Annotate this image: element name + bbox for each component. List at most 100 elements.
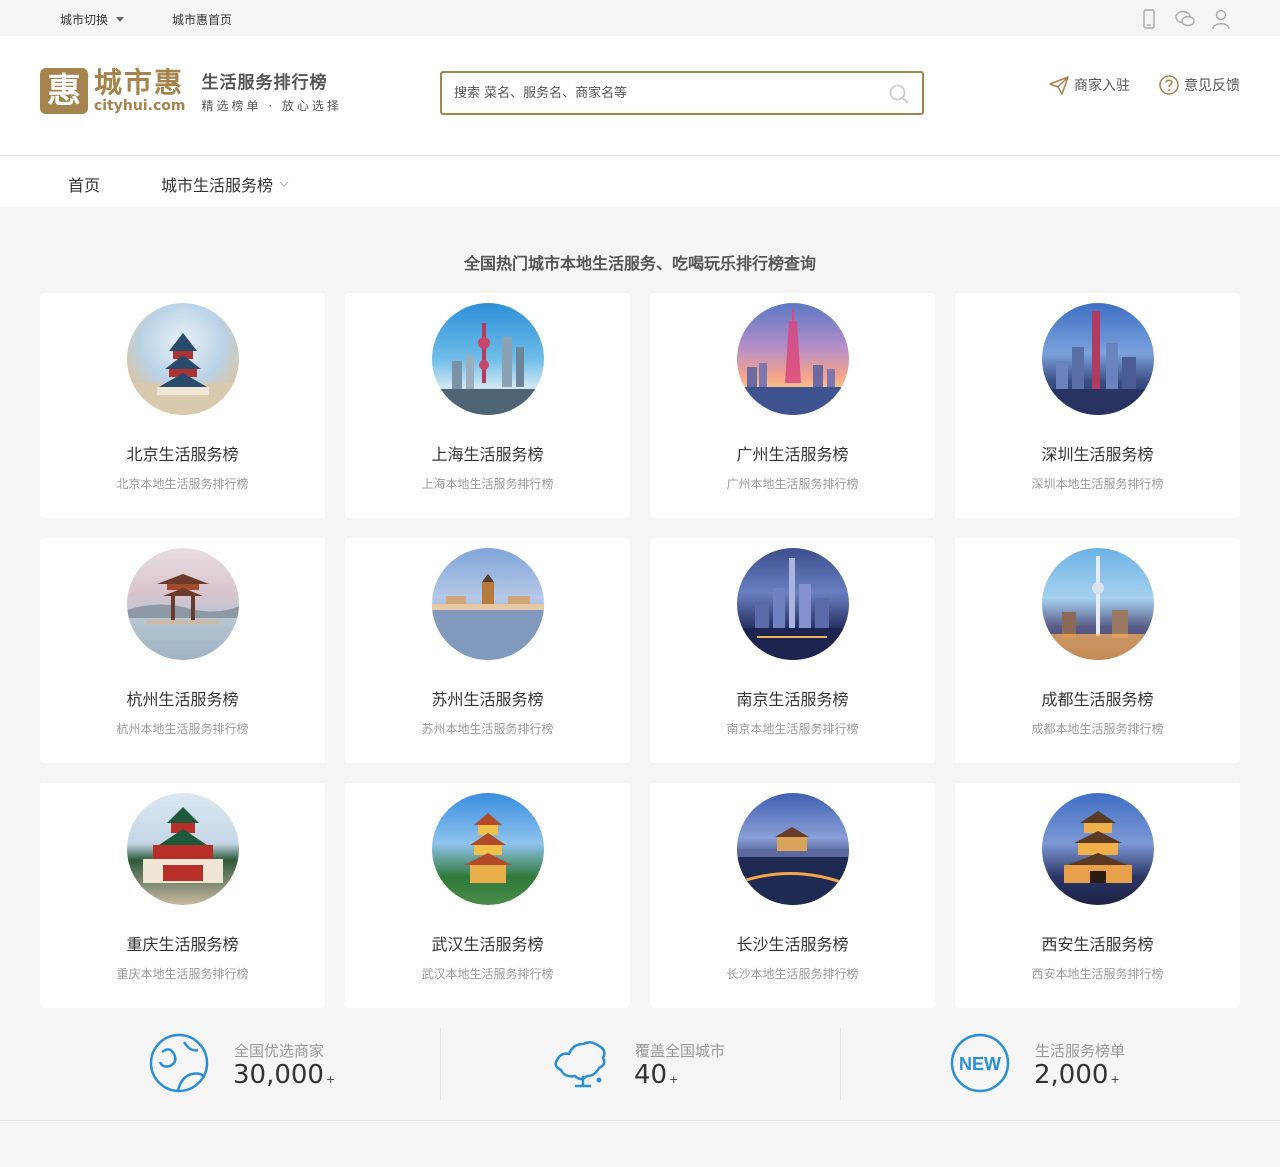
feedback-label: 意见反馈 [1184,78,1240,94]
search-box [440,71,924,115]
city-card-title: 南京生活服务榜 [736,690,849,709]
stat-value: 40 + [634,1060,678,1090]
stat-number: 30,000 [233,1060,324,1090]
logo[interactable]: 惠 城市惠 cityhui.com 生活服务排行榜 精选榜单 · 放心选择 [40,68,342,114]
paper-plane-icon [1049,76,1069,95]
city-card-title: 成都生活服务榜 [1041,690,1154,709]
city-card-guangzhou[interactable]: 广州生活服务榜 广州本地生活服务排行榜 [650,293,935,518]
stat-value: 2,000 + [1034,1060,1120,1090]
stat-rankings: NEW 生活服务榜单 2,000 + [840,1028,1240,1100]
city-card-subtitle: 武汉本地生活服务排行榜 [421,967,554,981]
nav-city-rankings[interactable]: 城市生活服务榜 [161,172,289,196]
city-photo [1042,303,1154,415]
city-card-suzhou[interactable]: 苏州生活服务榜 苏州本地生活服务排行榜 [345,538,630,763]
city-card-wuhan[interactable]: 武汉生活服务榜 武汉本地生活服务排行榜 [345,783,630,1008]
city-photo [737,303,849,415]
city-card-subtitle: 深圳本地生活服务排行榜 [1031,477,1164,491]
merchant-join-label: 商家入驻 [1074,78,1130,94]
wechat-icon[interactable] [1174,8,1196,30]
nav-home[interactable]: 首页 [68,172,100,196]
city-card-subtitle: 西安本地生活服务排行榜 [1031,967,1164,981]
city-card-title: 重庆生活服务榜 [126,935,239,954]
merchant-join-button[interactable]: 商家入驻 [1048,74,1130,96]
city-card-subtitle: 广州本地生活服务排行榜 [726,477,859,491]
nav-city-rankings-label: 城市生活服务榜 [161,176,274,195]
city-card-subtitle: 北京本地生活服务排行榜 [116,477,249,491]
city-card-title: 深圳生活服务榜 [1041,445,1154,464]
top-bar: 城市切换 城市惠首页 [0,0,1280,36]
stat-label: 全国优选商家 [234,1042,325,1060]
slogan: 生活服务排行榜 精选榜单 · 放心选择 [201,68,341,114]
city-card-hangzhou[interactable]: 杭州生活服务榜 杭州本地生活服务排行榜 [40,538,325,763]
city-photo [1042,793,1154,905]
feedback-button[interactable]: 意见反馈 [1158,74,1240,96]
stat-merchants: 全国优选商家 30,000 + [40,1028,440,1100]
stat-plus: + [1110,1073,1120,1086]
city-card-title: 苏州生活服务榜 [431,690,544,709]
city-card-subtitle: 南京本地生活服务排行榜 [726,722,859,736]
stat-cities: 覆盖全国城市 40 + [440,1028,840,1100]
slogan-main: 生活服务排行榜 [201,73,328,93]
city-card-changsha[interactable]: 长沙生活服务榜 长沙本地生活服务排行榜 [650,783,935,1008]
chevron-down-icon [279,181,289,187]
city-card-shanghai[interactable]: 上海生活服务榜 上海本地生活服务排行榜 [345,293,630,518]
logo-mark: 惠 [40,68,88,114]
city-photo [432,793,544,905]
city-card-subtitle: 长沙本地生活服务排行榜 [726,967,859,981]
nav-home-label: 首页 [68,176,101,195]
city-photo [127,793,239,905]
stat-label: 覆盖全国城市 [635,1042,726,1060]
city-photo [737,548,849,660]
city-photo [432,303,544,415]
home-link[interactable]: 城市惠首页 [172,11,232,28]
logo-en: cityhui.com [94,98,186,114]
city-card-nanjing[interactable]: 南京生活服务榜 南京本地生活服务排行榜 [650,538,935,763]
stat-value: 30,000 + [233,1060,335,1090]
stat-number: 2,000 [1034,1060,1109,1090]
city-grid: 北京生活服务榜 北京本地生活服务排行榜 上海生活服务榜 上海本地生活服务排行榜 … [40,293,1240,1008]
new-badge-icon: NEW [950,1033,1010,1093]
city-card-subtitle: 重庆本地生活服务排行榜 [116,967,249,981]
slogan-sub: 精选榜单 · 放心选择 [201,99,342,113]
footer-divider [0,1120,1280,1121]
city-card-subtitle: 上海本地生活服务排行榜 [421,477,554,491]
header-actions: 商家入驻 意见反馈 [1048,74,1240,96]
phone-icon[interactable] [1138,8,1160,30]
city-card-title: 北京生活服务榜 [126,445,239,464]
question-icon [1159,75,1179,95]
page-title: 全国热门城市本地生活服务、吃喝玩乐排行榜查询 [463,254,816,273]
city-card-chongqing[interactable]: 重庆生活服务榜 重庆本地生活服务排行榜 [40,783,325,1008]
china-map-icon [554,1041,606,1088]
city-card-chengdu[interactable]: 成都生活服务榜 成都本地生活服务排行榜 [955,538,1240,763]
new-badge-text: NEW [959,1054,1001,1074]
city-card-title: 武汉生活服务榜 [431,935,544,954]
city-card-subtitle: 苏州本地生活服务排行榜 [421,722,554,736]
city-switch-label: 城市切换 [60,13,109,27]
header: 惠 城市惠 cityhui.com 生活服务排行榜 精选榜单 · 放心选择 商家… [0,36,1280,156]
logo-text: 城市惠 cityhui.com [94,66,186,115]
city-photo [127,303,239,415]
user-icon[interactable] [1210,8,1232,30]
search-icon[interactable] [888,83,910,105]
city-photo [1042,548,1154,660]
city-switch[interactable]: 城市切换 [60,11,125,28]
city-card-shenzhen[interactable]: 深圳生活服务榜 深圳本地生活服务排行榜 [955,293,1240,518]
city-card-subtitle: 杭州本地生活服务排行榜 [116,722,249,736]
city-card-title: 上海生活服务榜 [431,445,544,464]
city-card-title: 广州生活服务榜 [736,445,849,464]
stat-number: 40 [634,1060,668,1090]
globe-icon [149,1033,209,1093]
city-card-title: 杭州生活服务榜 [126,690,239,709]
top-icons [1138,8,1232,30]
stat-plus: + [669,1073,679,1086]
main-nav: 首页 城市生活服务榜 [0,157,1280,207]
search-input[interactable] [442,73,862,113]
stats-bar: 全国优选商家 30,000 + 覆盖全国城市 40 + NEW 生活服务榜单 2,0… [40,1028,1240,1100]
city-card-title: 西安生活服务榜 [1041,935,1154,954]
city-card-subtitle: 成都本地生活服务排行榜 [1031,722,1164,736]
city-card-xian[interactable]: 西安生活服务榜 西安本地生活服务排行榜 [955,783,1240,1008]
logo-cn: 城市惠 [94,66,185,99]
city-card-beijing[interactable]: 北京生活服务榜 北京本地生活服务排行榜 [40,293,325,518]
city-photo [127,548,239,660]
city-photo [737,793,849,905]
